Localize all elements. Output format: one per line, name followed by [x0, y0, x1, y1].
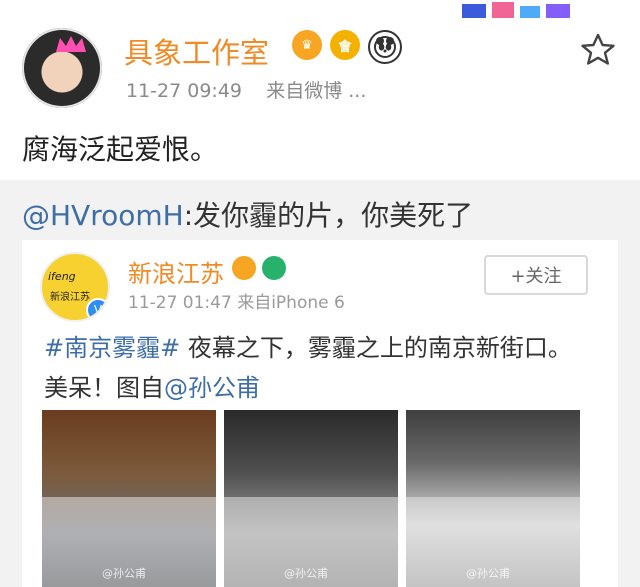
follow-button[interactable]: +关注: [484, 255, 588, 295]
verified-badge-icon: V: [86, 298, 108, 320]
repost-mention[interactable]: @HVroomH: [22, 199, 184, 232]
username[interactable]: 具象工作室: [124, 30, 269, 72]
user-badges: ♛ 會: [292, 30, 402, 64]
logo-text: ifeng: [48, 270, 76, 283]
post-time-source: 11-27 09:49 来自微博 ...: [126, 76, 366, 103]
star-icon[interactable]: [580, 32, 616, 68]
watermark: @孙公甫: [466, 567, 510, 580]
decorative-header-icons: [462, 2, 570, 18]
post-source[interactable]: 来自微博 ...: [266, 80, 366, 102]
green-badge-icon[interactable]: [262, 256, 286, 280]
inner-badges: [232, 256, 286, 280]
level-badge-icon[interactable]: 會: [330, 30, 360, 60]
post-time: 11-27 09:49: [126, 80, 243, 102]
inner-time-source: 11-27 01:47 来自iPhone 6: [128, 293, 345, 313]
panda-badge-icon[interactable]: [368, 30, 402, 64]
inner-text: #南京雾霾# 夜幕之下，雾霾之上的南京新街口。美呆！图自@孙公甫: [44, 328, 580, 408]
user-avatar[interactable]: [22, 28, 102, 108]
panda-icon: [374, 36, 396, 58]
repost-comment: :发你霾的片，你美死了: [183, 199, 474, 232]
crown-badge-icon[interactable]: ♛: [292, 30, 322, 60]
repost-line: @HVroomH:发你霾的片，你美死了: [22, 194, 473, 234]
inner-mention[interactable]: @孙公甫: [164, 374, 260, 402]
photo-grid: @孙公甫 @孙公甫 @孙公甫: [42, 410, 582, 587]
photo-2[interactable]: @孙公甫: [224, 410, 398, 587]
logo-text: 新浪江苏: [50, 292, 90, 303]
photo-1[interactable]: @孙公甫: [42, 410, 216, 587]
photo-3[interactable]: @孙公甫: [406, 410, 580, 587]
inner-username[interactable]: 新浪江苏: [128, 254, 224, 289]
topic-link[interactable]: #南京雾霾#: [44, 334, 180, 362]
crown-badge-icon[interactable]: [232, 256, 256, 280]
watermark: @孙公甫: [102, 567, 146, 580]
crown-icon: [56, 36, 86, 52]
inner-avatar[interactable]: ifeng 新浪江苏 V: [40, 252, 110, 322]
watermark: @孙公甫: [284, 567, 328, 580]
post-text: 腐海泛起爱恨。: [22, 133, 219, 166]
